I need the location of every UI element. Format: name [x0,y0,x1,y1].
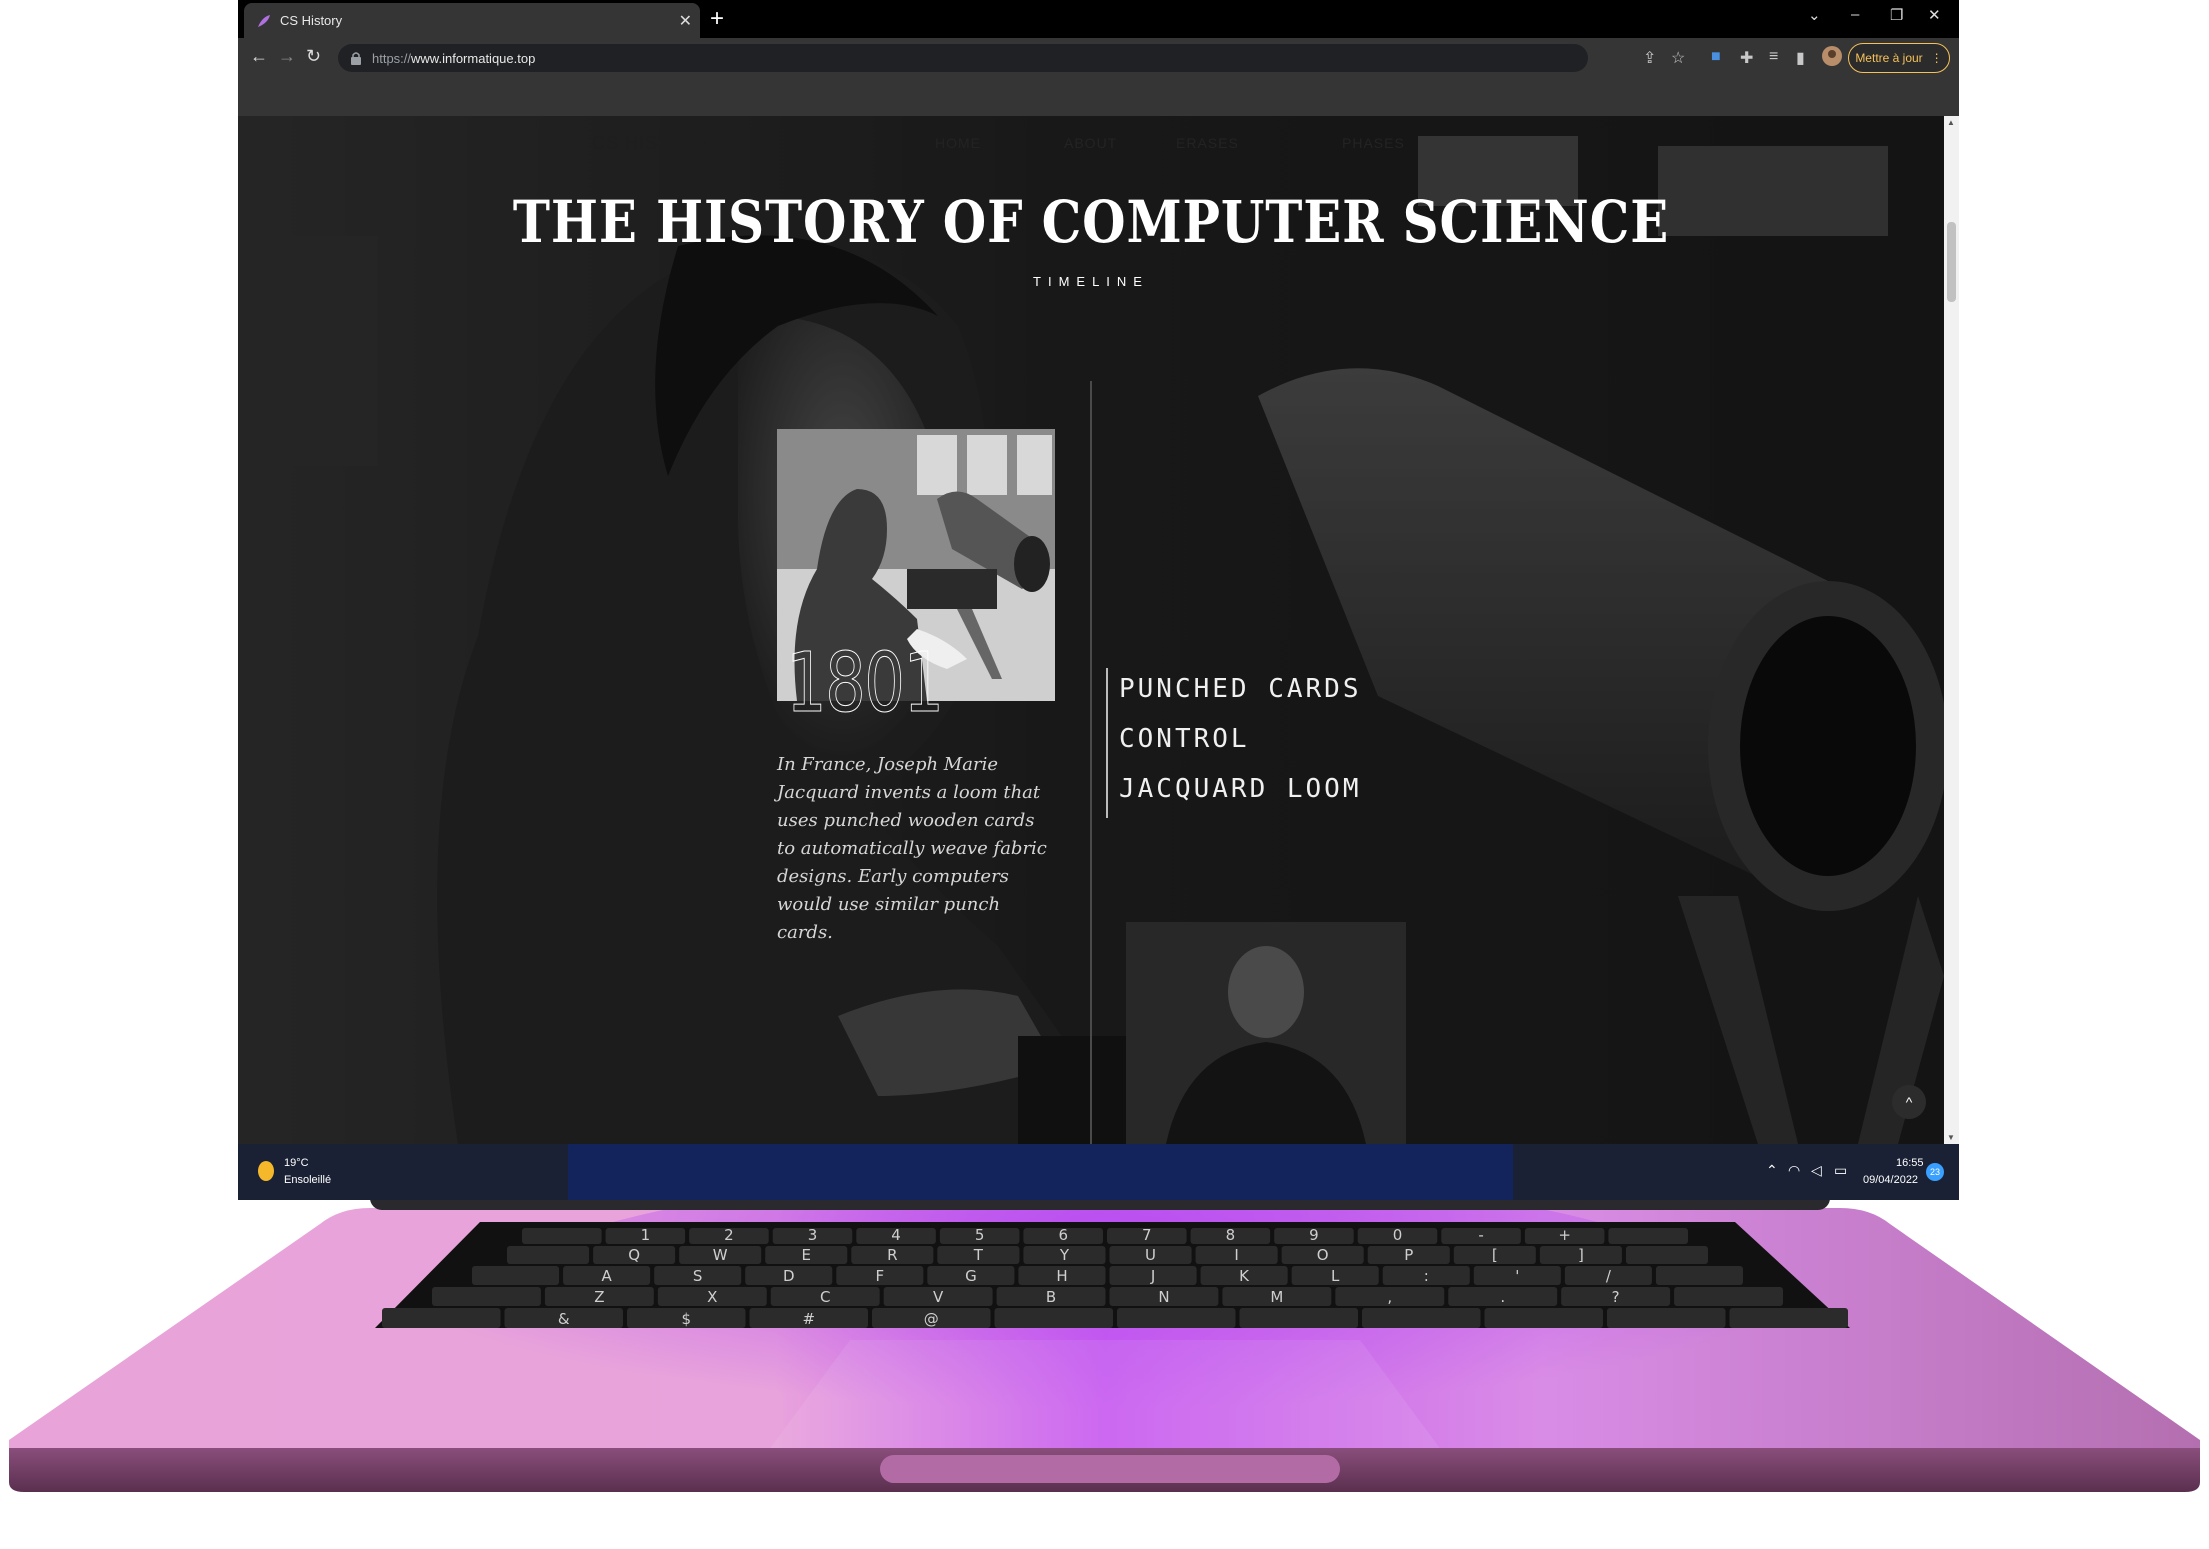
page-subtitle: TIMELINE [1033,274,1149,289]
tag-jacquard-loom: JACQUARD LOOM [1119,774,1362,804]
share-icon[interactable]: ⇪ [1643,48,1656,68]
back-arrow-icon[interactable]: ← [250,46,268,67]
scroll-thumb[interactable] [1947,222,1956,302]
tray-expand-icon[interactable]: ⌃ [1766,1162,1778,1179]
jacquard-portrait-photo [1126,922,1406,1144]
volume-icon[interactable]: ◁ [1811,1162,1822,1179]
side-panel-icon[interactable]: ▮ [1796,48,1805,68]
address-bar[interactable]: https:// www.informatique.top [338,44,1588,72]
nav-home[interactable]: HOME [935,135,981,151]
url-scheme: https:// [372,50,412,66]
weather-sun-icon[interactable] [258,1161,274,1181]
timeline-axis [1090,381,1092,1144]
tab-search-icon[interactable]: ⌄ [1808,6,1821,24]
laptop-screen: CS History ✕ + ⌄ – ❐ ✕ ← → ↻ https:// ww… [238,0,1959,1200]
site-logo[interactable]: CS HISTORY [592,133,711,154]
browser-toolbar: ← → ↻ https:// www.informatique.top ⇪ ☆ … [238,38,1959,78]
tab-title: CS History [280,13,343,28]
browser-tab[interactable]: CS History ✕ [244,3,700,38]
back-to-top-button[interactable]: ^ [1892,1085,1926,1119]
update-button[interactable]: Mettre à jour ⋮ [1848,43,1950,73]
nav-phases[interactable]: PHASES [1342,135,1405,151]
battery-icon[interactable]: ▭ [1834,1162,1847,1179]
tag-control: CONTROL [1119,724,1250,754]
update-button-label: Mettre à jour [1855,51,1923,65]
tags-divider [1106,668,1108,818]
lock-icon [351,52,361,65]
event-year: 1801 [786,636,945,732]
scroll-up-arrow-icon[interactable]: ▲ [1947,118,1955,127]
nav-about[interactable]: ABOUT [1064,135,1117,151]
scroll-down-arrow-icon[interactable]: ▼ [1947,1133,1955,1142]
weather-temperature[interactable]: 19°C [284,1157,309,1169]
taskbar-center [568,1144,1513,1200]
close-window-icon[interactable]: ✕ [1928,6,1941,24]
chevron-up-icon: ^ [1905,1094,1913,1110]
url-host: www.informatique.top [411,50,536,66]
reload-icon[interactable]: ↻ [306,46,321,67]
page-viewport: CS HISTORY HOME ABOUT ERASES PHASES THE … [238,116,1944,1144]
bookmarks-bar [238,78,1959,116]
laptop-mockup: 1 2 3 4 5 6 7 8 9 0- + Q W E R T Y U I O P[] A S D F G H J K L: ' / Z X C V… [0,0,2209,1549]
clock-time[interactable]: 16:55 [1896,1157,1924,1169]
avatar[interactable] [1822,46,1842,71]
wifi-icon[interactable]: ◠ [1788,1162,1800,1179]
restore-icon[interactable]: ❐ [1890,6,1903,24]
page-title: THE HISTORY OF COMPUTER SCIENCE [512,188,1670,256]
feather-favicon-icon [258,14,270,27]
tab-close-icon[interactable]: ✕ [679,11,692,31]
tag-punched-cards: PUNCHED CARDS [1119,674,1362,704]
notification-badge[interactable]: 23 [1926,1163,1944,1181]
extension-icon[interactable]: ■ [1711,48,1721,66]
bookmark-star-icon[interactable]: ☆ [1671,48,1685,68]
browser-tab-strip: CS History ✕ + ⌄ – ❐ ✕ [238,0,1959,38]
site-navbar: CS HISTORY HOME ABOUT ERASES PHASES [238,116,1944,176]
forward-arrow-icon[interactable]: → [278,46,296,67]
menu-kebab-icon[interactable]: ⋮ [1931,51,1943,65]
windows-taskbar: 19°C Ensoleillé ⌃ ◠ ◁ ▭ 16:55 09/04/2022… [238,1144,1959,1200]
nav-erases[interactable]: ERASES [1176,135,1239,151]
laptop-base [9,1200,2200,1492]
clock-date[interactable]: 09/04/2022 [1863,1174,1918,1186]
new-tab-button[interactable]: + [710,5,724,33]
weather-condition[interactable]: Ensoleillé [284,1174,331,1186]
page-scrollbar[interactable]: ▲ ▼ [1944,116,1959,1144]
event-description: In France, Joseph Marie Jacquard invents… [777,754,1047,943]
reading-list-icon[interactable]: ≡ [1769,48,1778,66]
puzzle-icon[interactable]: ✚ [1740,48,1753,68]
minimize-icon[interactable]: – [1851,6,1859,23]
